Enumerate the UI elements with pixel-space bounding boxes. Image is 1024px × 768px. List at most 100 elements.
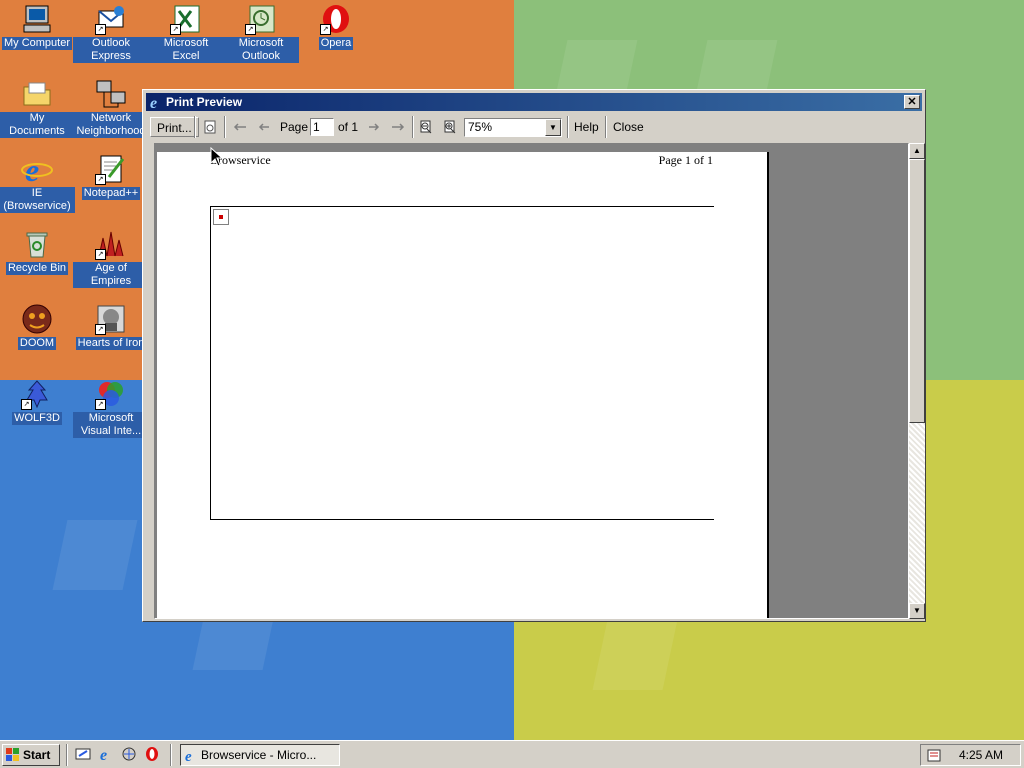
help-button[interactable]: Help bbox=[574, 117, 599, 137]
scroll-down-icon[interactable]: ▼ bbox=[909, 603, 925, 619]
notepad-icon: ↗ bbox=[95, 153, 127, 185]
desktop-icon-outlook[interactable]: ↗ Microsoft Outlook bbox=[223, 3, 299, 63]
desktop-icon-label: My Computer bbox=[1, 37, 73, 50]
task-button-browservice[interactable]: e Browservice - Micro... bbox=[180, 744, 340, 766]
desktop-icon-label: IE (Browservice) bbox=[0, 187, 75, 213]
desktop-icon-my-computer[interactable]: My Computer bbox=[0, 3, 75, 50]
last-page-icon[interactable] bbox=[390, 119, 406, 135]
ie-icon[interactable]: e bbox=[98, 746, 114, 764]
desktop-icon-visual-interdev[interactable]: ↗ Microsoft Visual Inte... bbox=[73, 378, 149, 438]
page-number-input[interactable]: 1 bbox=[310, 118, 334, 136]
recycle-bin-icon bbox=[21, 228, 53, 260]
desktop-icon-excel[interactable]: ↗ Microsoft Excel bbox=[148, 3, 224, 63]
desktop-icon-label: Microsoft Excel bbox=[148, 37, 224, 63]
outlook-express-icon: ↗ bbox=[95, 3, 127, 35]
shortcut-arrow-icon: ↗ bbox=[245, 24, 256, 35]
network-icon bbox=[95, 78, 127, 110]
desktop-icon-label: WOLF3D bbox=[12, 412, 62, 425]
window-title: Print Preview bbox=[166, 95, 243, 109]
desktop-icon-label: Notepad++ bbox=[81, 187, 141, 200]
zoom-value: 75% bbox=[468, 120, 493, 134]
vertical-scrollbar[interactable]: ▲ ▼ bbox=[909, 143, 925, 619]
toolbar-separator bbox=[224, 116, 226, 138]
desktop-icon-recycle-bin[interactable]: Recycle Bin bbox=[0, 228, 75, 275]
desktop-icon-label: My Documents bbox=[0, 112, 75, 138]
show-desktop-icon[interactable] bbox=[75, 746, 91, 762]
desktop-icon-ie-browservice[interactable]: e IE (Browservice) bbox=[0, 152, 75, 213]
ie-icon: e bbox=[148, 94, 164, 112]
toolbar-separator bbox=[194, 116, 196, 138]
ie-icon: e bbox=[184, 748, 198, 765]
desktop-icon-label: Recycle Bin bbox=[5, 262, 69, 275]
page-label: Page bbox=[280, 120, 309, 134]
toolbar-separator bbox=[567, 116, 569, 138]
close-icon[interactable]: ✕ bbox=[904, 95, 920, 109]
clock[interactable]: 4:25 AM bbox=[959, 745, 1003, 765]
start-button[interactable]: Start bbox=[2, 744, 60, 766]
title-bar[interactable]: e Print Preview ✕ bbox=[146, 93, 922, 112]
scrollbar-thumb[interactable] bbox=[909, 159, 925, 423]
opera-icon: ↗ bbox=[320, 3, 352, 35]
wolf3d-icon: ↗ bbox=[21, 378, 53, 410]
preview-area[interactable]: Browservice Page 1 of 1 bbox=[154, 143, 909, 619]
desktop-icon-wolf3d[interactable]: ↗ WOLF3D bbox=[0, 378, 75, 425]
desktop-icon-label: DOOM bbox=[17, 337, 57, 350]
shortcut-arrow-icon: ↗ bbox=[95, 399, 106, 410]
shortcut-arrow-icon: ↗ bbox=[95, 324, 106, 335]
zoom-in-icon[interactable] bbox=[442, 119, 458, 135]
zoom-out-icon[interactable] bbox=[418, 119, 434, 135]
chevron-down-icon[interactable]: ▼ bbox=[545, 119, 561, 136]
desktop-icon-my-documents[interactable]: My Documents bbox=[0, 78, 75, 138]
toolbar-separator bbox=[605, 116, 607, 138]
task-button-label: Browservice - Micro... bbox=[201, 748, 317, 762]
desktop-icon-label: Microsoft Outlook bbox=[223, 37, 299, 63]
desktop-icon-notepad-plus-plus[interactable]: ↗ Notepad++ bbox=[73, 153, 149, 200]
wallpaper-tile bbox=[592, 620, 678, 690]
desktop-icon-network-neighborhood[interactable]: Network Neighborhood bbox=[73, 78, 149, 138]
zoom-select[interactable]: 75% ▼ bbox=[464, 118, 562, 137]
desktop-icon-label: Network Neighborhood bbox=[73, 112, 149, 138]
svg-text:e: e bbox=[100, 747, 107, 762]
desktop-icon-opera[interactable]: ↗ Opera bbox=[298, 3, 374, 50]
channels-icon[interactable] bbox=[121, 746, 137, 762]
desktop-icon-doom[interactable]: DOOM bbox=[0, 303, 75, 350]
scroll-up-icon[interactable]: ▲ bbox=[909, 143, 925, 159]
broken-image-icon bbox=[213, 209, 229, 225]
opera-icon[interactable] bbox=[144, 746, 160, 762]
desktop-icon-label: Outlook Express bbox=[73, 37, 149, 63]
page-header-number: Page 1 of 1 bbox=[658, 153, 713, 167]
computer-icon bbox=[21, 3, 53, 35]
ie-icon: e bbox=[21, 152, 53, 188]
shortcut-arrow-icon: ↗ bbox=[320, 24, 331, 35]
svg-text:e: e bbox=[25, 153, 39, 185]
age-of-empires-icon: ↗ bbox=[95, 228, 127, 260]
svg-text:e: e bbox=[150, 95, 157, 110]
excel-icon: ↗ bbox=[170, 3, 202, 35]
prev-page-icon[interactable] bbox=[256, 119, 272, 135]
desktop-icon-label: Age of Empires bbox=[73, 262, 149, 288]
page-content-frame bbox=[210, 206, 714, 520]
desktop-icon-outlook-express[interactable]: ↗ Outlook Express bbox=[73, 3, 149, 63]
taskbar-separator bbox=[66, 744, 68, 766]
print-button[interactable]: Print... bbox=[150, 117, 199, 137]
windows-flag-icon bbox=[6, 748, 20, 762]
shortcut-arrow-icon: ↗ bbox=[21, 399, 32, 410]
print-preview-window: e Print Preview ✕ Print... Page 1 of 1 7… bbox=[142, 89, 926, 622]
desktop-icon-label: Opera bbox=[318, 37, 354, 50]
clock-tray-icon[interactable] bbox=[927, 748, 943, 764]
desktop-icon-hearts-of-iron[interactable]: ↗ Hearts of Iron bbox=[73, 303, 149, 350]
folder-icon bbox=[21, 78, 53, 110]
desktop-icon-label: Hearts of Iron bbox=[75, 337, 147, 350]
page-setup-icon[interactable] bbox=[202, 119, 218, 135]
mouse-cursor bbox=[210, 146, 224, 170]
toolbar-separator bbox=[412, 116, 414, 138]
taskbar: Start e e Browservice - Micro... 4:25 AM bbox=[0, 740, 1024, 768]
start-label: Start bbox=[23, 748, 51, 762]
close-button[interactable]: Close bbox=[613, 117, 644, 137]
shortcut-arrow-icon: ↗ bbox=[95, 24, 106, 35]
system-tray: 4:25 AM bbox=[920, 744, 1021, 766]
first-page-icon[interactable] bbox=[232, 119, 248, 135]
desktop-icon-age-of-empires[interactable]: ↗ Age of Empires bbox=[73, 228, 149, 288]
hearts-of-iron-icon: ↗ bbox=[95, 303, 127, 335]
next-page-icon[interactable] bbox=[366, 119, 382, 135]
